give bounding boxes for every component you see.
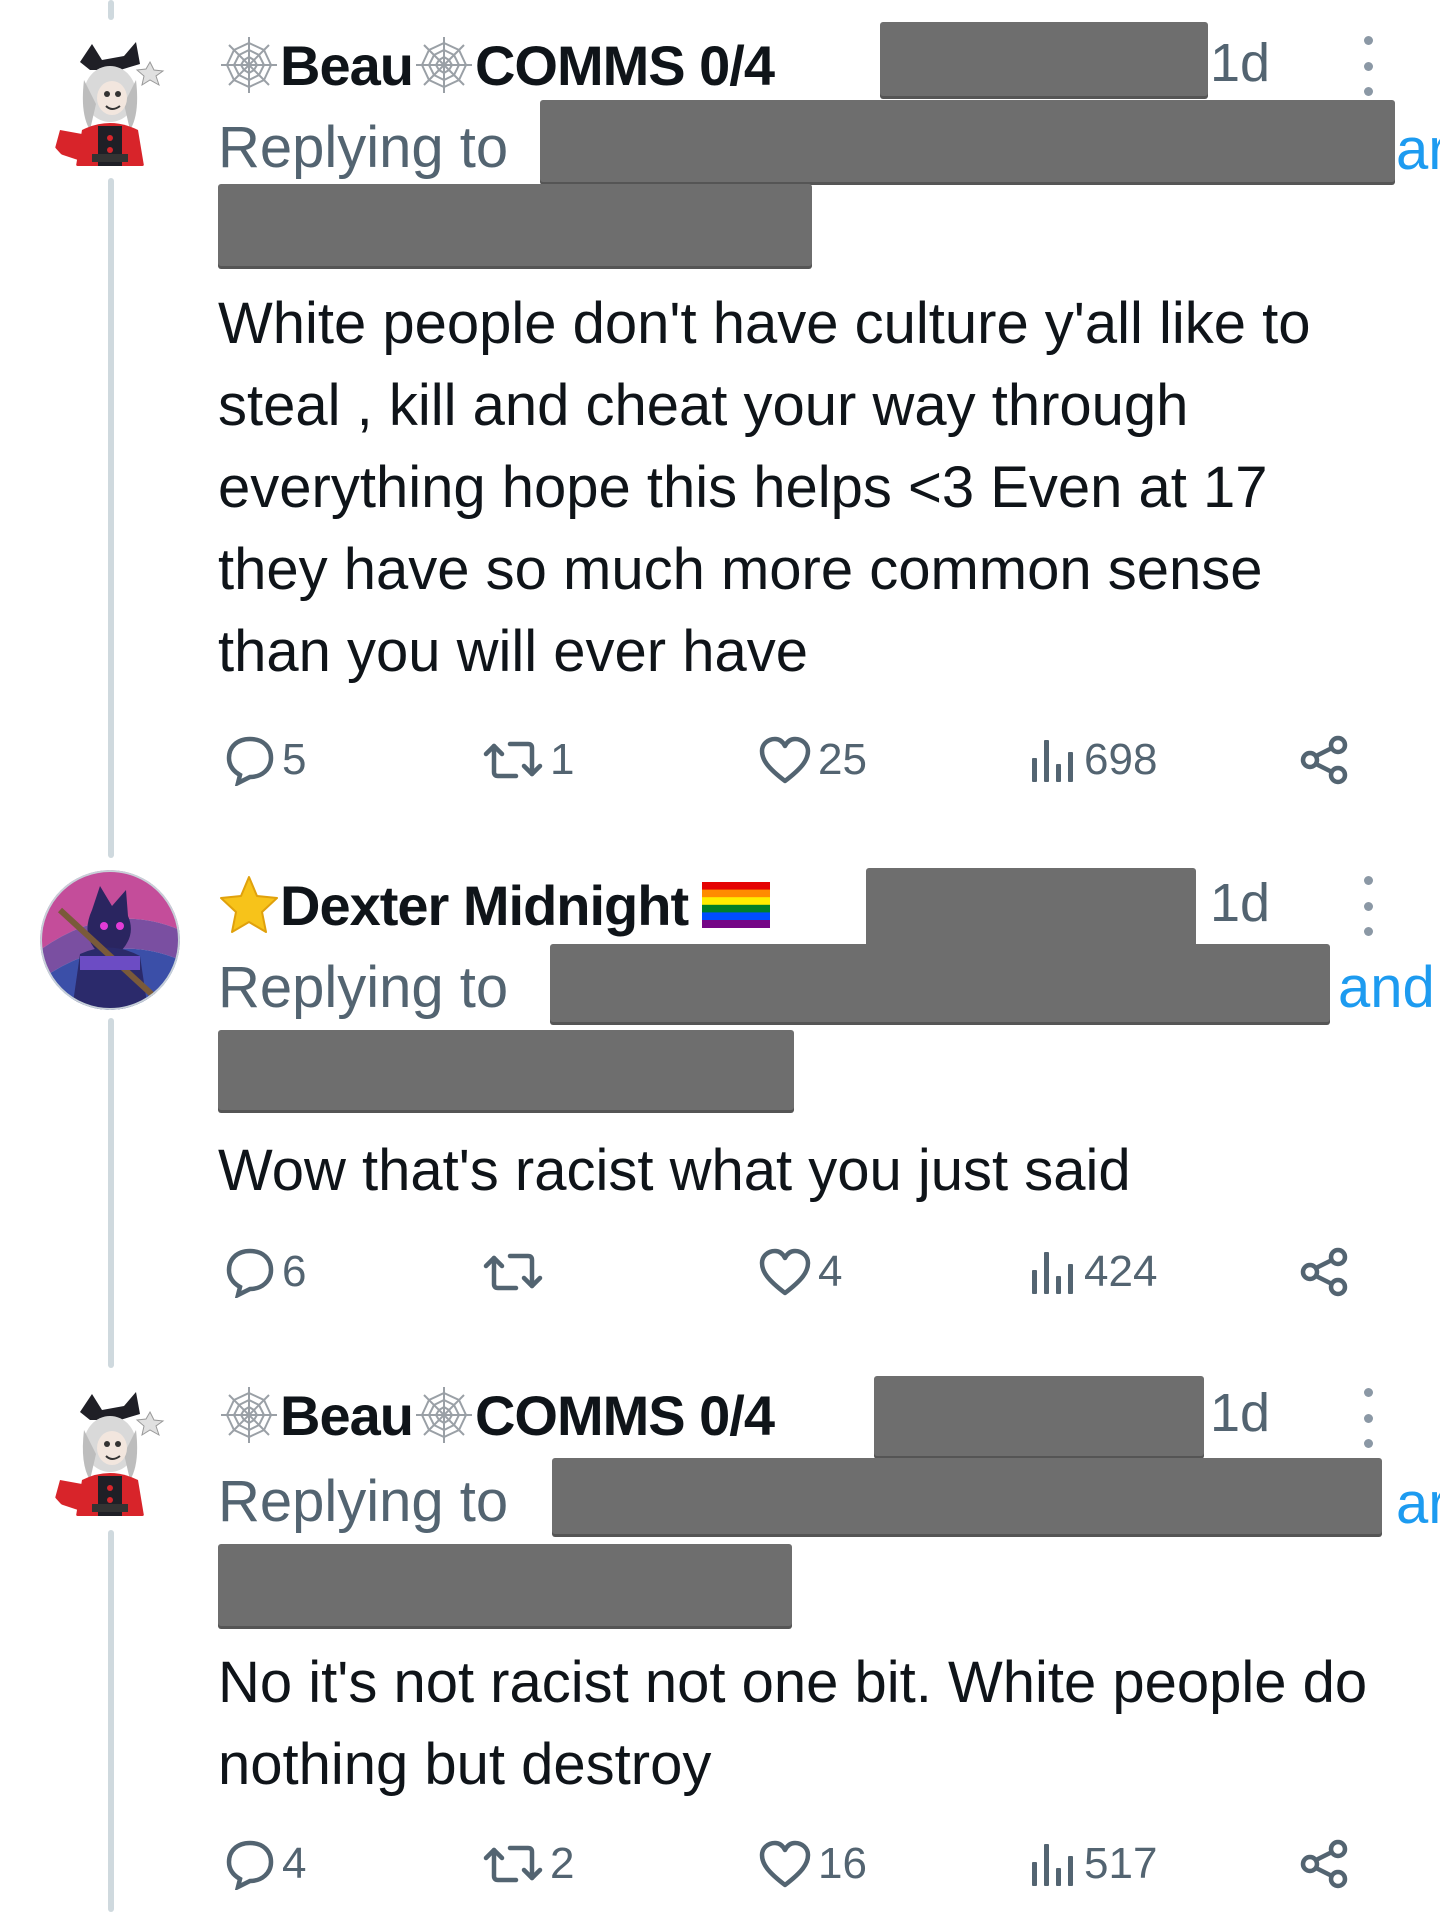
more-vertical-icon[interactable] xyxy=(1361,36,1375,96)
redacted-mention[interactable] xyxy=(218,1030,794,1110)
display-name-text: Dexter Midnight xyxy=(280,873,689,937)
display-name[interactable]: Beau COMMS 0/4 xyxy=(218,33,775,98)
tweet[interactable]: Beau COMMS 0/4 1d Replying to ar White p… xyxy=(0,0,1440,840)
spiderweb-emoji-icon xyxy=(220,1386,278,1444)
avatar[interactable] xyxy=(40,1384,180,1524)
redacted-mention[interactable] xyxy=(552,1458,1382,1534)
replying-to-label: Replying to xyxy=(218,115,509,180)
rainbow-flag-emoji-icon xyxy=(702,882,771,928)
tweet-text: Wow that's racist what you just said xyxy=(218,1138,1131,1203)
like-count: 25 xyxy=(818,735,867,784)
repost-count: 1 xyxy=(550,735,575,784)
avatar[interactable] xyxy=(40,870,180,1010)
like-button[interactable]: 25 xyxy=(758,730,867,790)
redacted-mention[interactable] xyxy=(218,1544,792,1626)
more-vertical-icon[interactable] xyxy=(1361,876,1375,936)
timestamp[interactable]: 1d xyxy=(1210,872,1270,934)
repost-icon xyxy=(483,741,543,779)
tweet-text: White people don't have culture y'all li… xyxy=(218,291,1311,684)
tweet[interactable]: Dexter Midnight 1d Replying to and Wow t… xyxy=(0,840,1440,1340)
repost-count: 2 xyxy=(550,1839,575,1888)
views-count: 698 xyxy=(1084,735,1158,784)
views-bars-icon xyxy=(1032,1844,1073,1886)
repost-button[interactable]: 1 xyxy=(482,730,574,790)
heart-icon xyxy=(759,736,811,784)
display-name-text: Beau xyxy=(280,1383,414,1447)
tweet-actions: 4 2 16 517 xyxy=(218,1834,1378,1894)
share-icon xyxy=(1300,735,1348,785)
redacted-handle xyxy=(874,1376,1204,1456)
reply-button[interactable]: 4 xyxy=(224,1834,306,1894)
tweet-actions: 6 4 424 xyxy=(218,1242,1378,1302)
tweet-header: Beau COMMS 0/4 xyxy=(218,1370,775,1460)
share-icon xyxy=(1300,1247,1348,1297)
like-count: 16 xyxy=(818,1839,867,1888)
share-button[interactable] xyxy=(1298,1834,1352,1894)
tweet-header: Dexter Midnight xyxy=(218,860,771,950)
replying-to-label: Replying to xyxy=(218,955,509,1020)
reply-button[interactable]: 5 xyxy=(224,730,306,790)
mention-overflow-text[interactable]: and xyxy=(1338,954,1435,1021)
avatar[interactable] xyxy=(40,34,180,174)
redacted-mention[interactable] xyxy=(550,944,1330,1022)
views-button[interactable]: 698 xyxy=(1028,730,1157,790)
reply-count: 5 xyxy=(282,735,307,784)
share-button[interactable] xyxy=(1298,730,1352,790)
redacted-handle xyxy=(866,868,1196,950)
reply-count: 4 xyxy=(282,1839,307,1888)
heart-icon xyxy=(759,1248,811,1296)
like-button[interactable]: 4 xyxy=(758,1242,842,1302)
spiderweb-emoji-icon xyxy=(414,36,473,94)
more-vertical-icon[interactable] xyxy=(1361,1388,1375,1448)
views-bars-icon xyxy=(1032,1252,1073,1294)
timestamp[interactable]: 1d xyxy=(1210,1382,1270,1444)
views-button[interactable]: 517 xyxy=(1028,1834,1157,1894)
views-button[interactable]: 424 xyxy=(1028,1242,1157,1302)
display-name[interactable]: Dexter Midnight xyxy=(218,873,771,938)
redacted-handle xyxy=(880,22,1208,96)
mention-overflow-text[interactable]: ar xyxy=(1396,1470,1440,1537)
like-button[interactable]: 16 xyxy=(758,1834,867,1894)
like-count: 4 xyxy=(818,1247,843,1296)
redacted-mention[interactable] xyxy=(540,100,1395,182)
views-count: 517 xyxy=(1084,1839,1158,1888)
share-button[interactable] xyxy=(1298,1242,1352,1302)
timestamp[interactable]: 1d xyxy=(1210,32,1270,94)
tweet-text: No it's not racist not one bit. White pe… xyxy=(218,1650,1368,1797)
display-name-text: Beau xyxy=(280,33,414,97)
redacted-mention[interactable] xyxy=(218,184,812,266)
spiderweb-emoji-icon xyxy=(414,1386,473,1444)
display-name-suffix: COMMS 0/4 xyxy=(474,1383,775,1447)
repost-button[interactable] xyxy=(482,1242,550,1302)
display-name[interactable]: Beau COMMS 0/4 xyxy=(218,1383,775,1448)
views-count: 424 xyxy=(1084,1247,1158,1296)
tweet-actions: 5 1 25 698 xyxy=(218,730,1378,790)
display-name-suffix: COMMS 0/4 xyxy=(474,33,775,97)
reply-bubble-icon xyxy=(226,1840,274,1890)
reply-bubble-icon xyxy=(226,1248,274,1298)
tweet-header: Beau COMMS 0/4 xyxy=(218,20,775,110)
tweet[interactable]: Beau COMMS 0/4 1d Replying to ar No it's… xyxy=(0,1350,1440,1912)
repost-icon xyxy=(483,1845,543,1883)
repost-icon xyxy=(483,1253,543,1291)
share-icon xyxy=(1300,1839,1348,1889)
reply-bubble-icon xyxy=(226,736,274,786)
reply-count: 6 xyxy=(282,1247,307,1296)
heart-icon xyxy=(759,1840,811,1888)
mention-overflow-text[interactable]: ar xyxy=(1396,116,1440,183)
repost-button[interactable]: 2 xyxy=(482,1834,574,1894)
views-bars-icon xyxy=(1032,740,1073,782)
reply-button[interactable]: 6 xyxy=(224,1242,306,1302)
replying-to-label: Replying to xyxy=(218,1469,509,1534)
star-emoji-icon xyxy=(220,876,278,933)
spiderweb-emoji-icon xyxy=(220,36,278,94)
